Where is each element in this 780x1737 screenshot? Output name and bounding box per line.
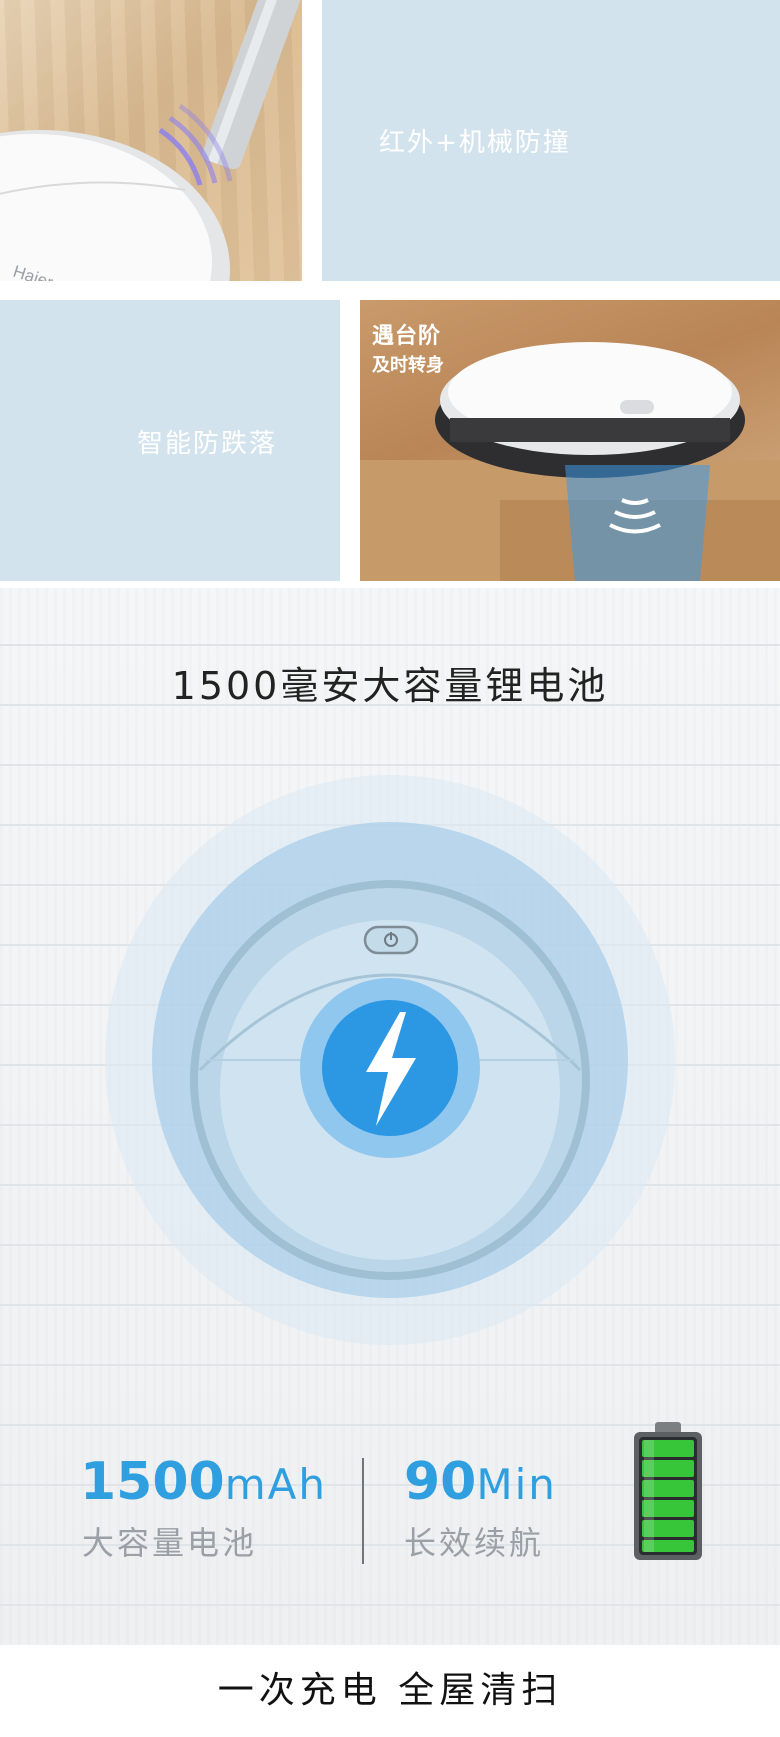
capacity-value: 1500 [80,1452,225,1512]
anti-fall-label: 智能防跌落 [137,429,278,459]
robot-battery-illustration [105,775,675,1345]
runtime-stat: 90Min [404,1452,557,1512]
anti-fall-tile: 智能防跌落 [0,300,340,581]
stairs-title: 遇台阶 [372,324,442,349]
stairs-photo: 遇台阶 及时转身 [360,300,780,581]
runtime-label: 长效续航 [404,1524,545,1562]
stat-divider [362,1458,364,1564]
capacity-label: 大容量电池 [82,1524,258,1562]
capacity-stat: 1500mAh [80,1452,327,1512]
capacity-unit: mAh [224,1460,327,1509]
collision-label: 红外+机械防撞 [379,128,571,158]
stairs-subtitle: 及时转身 [372,355,444,376]
collision-photo: Haier [0,0,302,281]
runtime-unit: Min [476,1460,557,1509]
battery-full-icon [634,1422,702,1560]
runtime-value: 90 [404,1452,477,1512]
power-icon [363,925,419,955]
robot-collision-illustration: Haier [0,0,301,281]
collision-tile: 红外+机械防撞 [322,0,780,281]
battery-headline: 1500毫安大容量锂电池 [171,664,609,708]
footer-slogan: 一次充电 全屋清扫 [0,1645,780,1737]
